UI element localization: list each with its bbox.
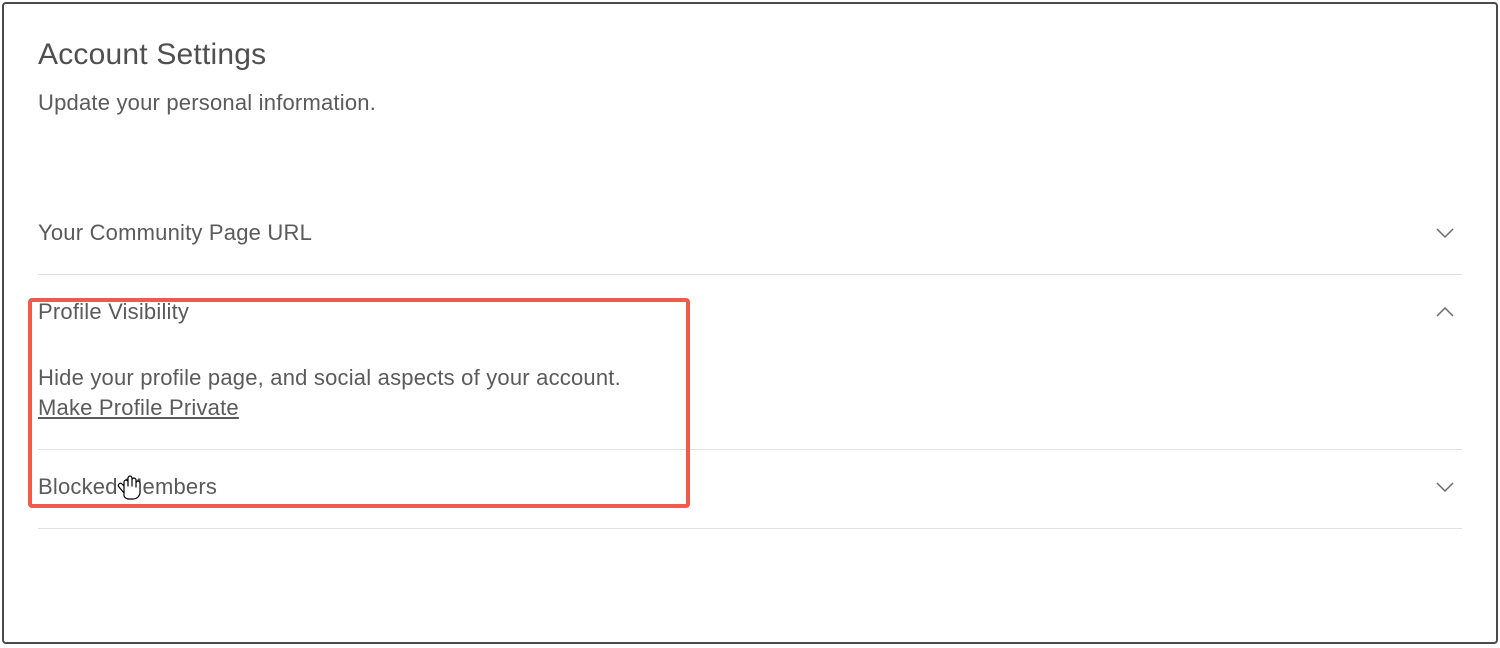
section-body-profile-visibility: Hide your profile page, and social aspec…: [38, 365, 1462, 421]
make-profile-private-link[interactable]: Make Profile Private: [38, 395, 239, 421]
section-title-profile-visibility: Profile Visibility: [38, 299, 189, 325]
section-title-community-url: Your Community Page URL: [38, 220, 312, 246]
settings-panel: Account Settings Update your personal in…: [2, 2, 1498, 644]
section-title-blocked-members: Blocked Members: [38, 474, 217, 500]
chevron-up-icon: [1434, 301, 1456, 323]
section-header-profile-visibility[interactable]: Profile Visibility: [38, 299, 1462, 325]
chevron-down-icon: [1434, 222, 1456, 244]
page-title: Account Settings: [38, 38, 1462, 72]
section-header-blocked-members[interactable]: Blocked Members: [38, 474, 1462, 500]
profile-visibility-description: Hide your profile page, and social aspec…: [38, 365, 1462, 391]
section-blocked-members: Blocked Members: [38, 450, 1462, 529]
section-community-url: Your Community Page URL: [38, 196, 1462, 275]
section-header-community-url[interactable]: Your Community Page URL: [38, 220, 1462, 246]
section-profile-visibility: Profile Visibility Hide your profile pag…: [38, 275, 1462, 450]
chevron-down-icon: [1434, 476, 1456, 498]
page-subtitle: Update your personal information.: [38, 90, 1462, 116]
